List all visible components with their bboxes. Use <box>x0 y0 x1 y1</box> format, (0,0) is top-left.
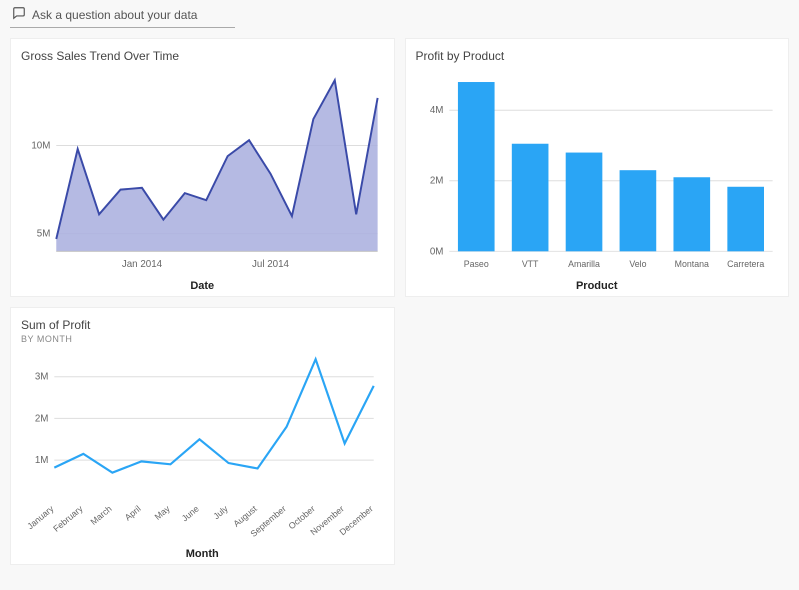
svg-text:March: March <box>89 503 114 526</box>
chart-profit-by-product: 0M 2M 4M Paseo VTT Amarilla Velo Montana Carrete… <box>416 65 779 278</box>
svg-text:1M: 1M <box>35 455 49 466</box>
svg-text:3M: 3M <box>35 372 49 383</box>
x-axis-label: Product <box>416 280 779 292</box>
tile-title: Sum of Profit <box>21 318 384 332</box>
chart-gross-sales: 5M 10M Jan 2014 Jul 2014 <box>21 65 384 278</box>
svg-text:Jan 2014: Jan 2014 <box>122 259 163 270</box>
qa-placeholder: Ask a question about your data <box>32 8 197 22</box>
qa-input[interactable]: Ask a question about your data <box>10 6 235 28</box>
qa-bar: Ask a question about your data <box>0 0 799 32</box>
svg-text:0M: 0M <box>429 246 443 257</box>
svg-text:VTT: VTT <box>521 259 538 269</box>
tile-gross-sales[interactable]: Gross Sales Trend Over Time 5M 10M Jan 201… <box>10 38 395 297</box>
svg-text:10M: 10M <box>31 140 50 151</box>
svg-text:4M: 4M <box>429 105 443 116</box>
svg-text:July: July <box>211 503 230 521</box>
svg-text:2M: 2M <box>429 176 443 187</box>
svg-text:Amarilla: Amarilla <box>568 259 600 269</box>
tile-profit-by-product[interactable]: Profit by Product 0M 2M 4M Paseo VTT Amarilla… <box>405 38 790 297</box>
svg-text:2M: 2M <box>35 413 49 424</box>
x-axis-label: Month <box>21 548 384 560</box>
tile-sum-of-profit[interactable]: Sum of Profit BY MONTH 1M2M3MJanuaryFebr… <box>10 307 395 565</box>
svg-text:April: April <box>123 504 143 523</box>
svg-text:June: June <box>180 503 201 523</box>
svg-text:Paseo: Paseo <box>463 259 488 269</box>
chart-sum-of-profit: 1M2M3MJanuaryFebruaryMarchAprilMayJuneJu… <box>21 348 384 546</box>
chat-icon <box>12 6 26 23</box>
svg-text:Montana: Montana <box>674 259 708 269</box>
tile-title: Profit by Product <box>416 49 779 63</box>
x-axis-label: Date <box>21 280 384 292</box>
tile-title: Gross Sales Trend Over Time <box>21 49 384 63</box>
svg-text:5M: 5M <box>37 229 51 240</box>
svg-text:February: February <box>51 503 85 534</box>
svg-text:Carretera: Carretera <box>727 259 764 269</box>
dashboard: Gross Sales Trend Over Time 5M 10M Jan 201… <box>0 32 799 575</box>
svg-text:Jul 2014: Jul 2014 <box>252 259 290 270</box>
svg-text:Velo: Velo <box>629 259 646 269</box>
tile-subtitle: BY MONTH <box>21 334 384 344</box>
svg-text:May: May <box>153 503 173 522</box>
